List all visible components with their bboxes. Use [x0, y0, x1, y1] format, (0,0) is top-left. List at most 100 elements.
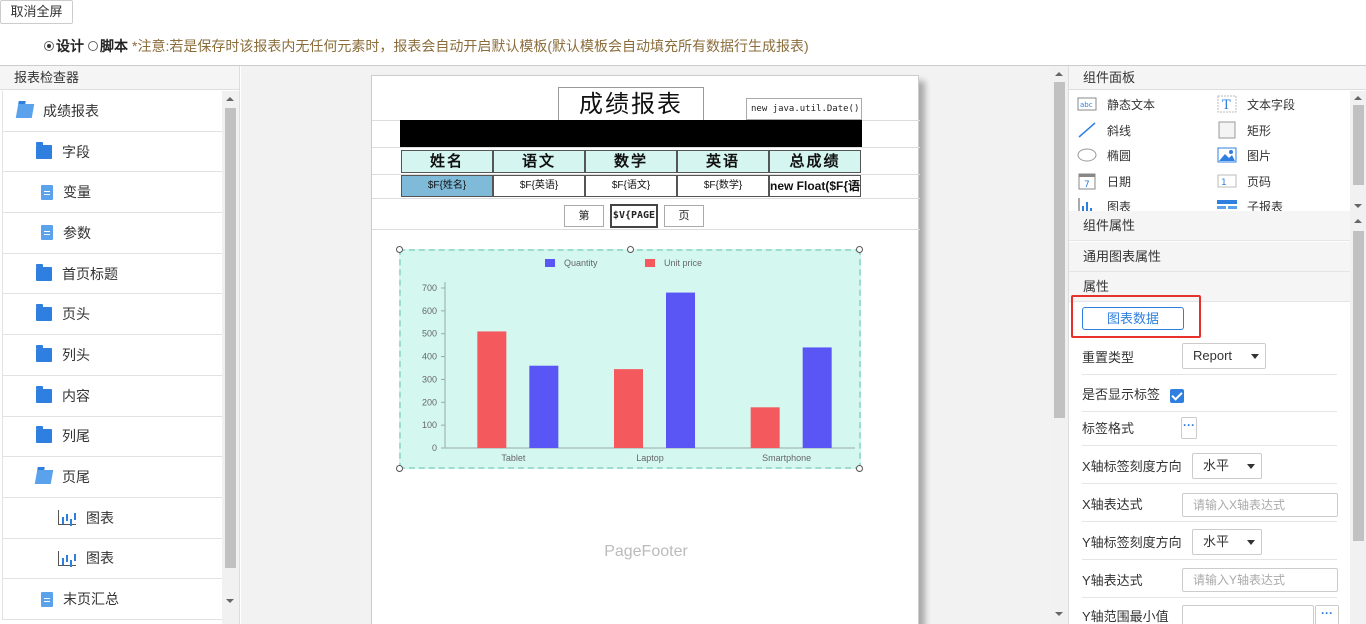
y-tick-dir-select[interactable]: 水平 — [1192, 529, 1262, 555]
component-item[interactable]: 7 日期 — [1077, 169, 1131, 193]
show-labels-checkbox[interactable] — [1170, 389, 1184, 403]
bar — [477, 331, 507, 448]
black-band-element[interactable] — [400, 120, 862, 147]
scroll-up-arrow-icon[interactable] — [1354, 219, 1362, 223]
component-item[interactable]: 斜线 — [1077, 118, 1131, 142]
component-props-section[interactable]: 组件属性 — [1069, 211, 1350, 241]
properties-scroll-thumb[interactable] — [1353, 231, 1364, 541]
y-min-button[interactable]: ··· — [1315, 605, 1339, 624]
date-field-element[interactable]: new java.util.Date() — [746, 98, 862, 120]
resize-handle[interactable] — [396, 246, 403, 253]
chart-data-button[interactable]: 图表数据 — [1082, 307, 1184, 330]
detail-field-cell[interactable]: $F{语文} — [585, 175, 677, 197]
column-header-cell[interactable]: 语文 — [493, 150, 585, 173]
y-expr-input[interactable]: 请输入Y轴表达式 — [1182, 568, 1338, 592]
file-icon — [41, 184, 53, 200]
tree-item-label: 图表 — [86, 509, 114, 526]
y-min-input[interactable] — [1182, 605, 1314, 624]
component-item[interactable]: 矩形 — [1217, 118, 1271, 142]
design-mode-label[interactable]: 设计 — [56, 36, 84, 56]
tree-item[interactable]: 列头 — [2, 335, 222, 376]
general-chart-props-section[interactable]: 通用图表属性 — [1069, 242, 1350, 272]
column-header-cell[interactable]: 总成绩 — [769, 150, 861, 173]
component-grid: abc 静态文本 T 文本字段 斜线 矩形 椭圆 图片 7 日期 1 页码 图表… — [1077, 92, 1347, 212]
component-item[interactable]: T 文本字段 — [1217, 92, 1295, 116]
resize-handle[interactable] — [627, 246, 634, 253]
inspector-scroll-thumb[interactable] — [225, 108, 236, 568]
canvas-scroll-thumb[interactable] — [1054, 82, 1065, 418]
script-mode-radio[interactable] — [88, 41, 98, 51]
scroll-up-arrow-icon[interactable] — [1354, 96, 1362, 100]
tree-item[interactable]: 列尾 — [2, 416, 222, 458]
x-tick-label: Laptop — [636, 453, 664, 463]
column-header-cell[interactable]: 数学 — [585, 150, 677, 173]
component-item[interactable]: 图表 — [1077, 194, 1131, 212]
component-item[interactable]: 子报表 — [1217, 194, 1283, 212]
design-mode-radio[interactable] — [44, 41, 54, 51]
component-label: 静态文本 — [1107, 97, 1156, 112]
scroll-up-arrow-icon[interactable] — [1055, 72, 1063, 76]
x-expr-input[interactable]: 请输入X轴表达式 — [1182, 493, 1338, 517]
x-tick-label: Tablet — [501, 453, 526, 463]
detail-field-cell[interactable]: new Float($F{语 — [769, 175, 861, 197]
detail-field-cell[interactable]: $F{姓名} — [401, 175, 493, 197]
label-format-row: 标签格式 — [1082, 410, 1337, 446]
component-scroll-thumb[interactable] — [1353, 105, 1364, 185]
resize-handle[interactable] — [856, 246, 863, 253]
component-item[interactable]: 1 页码 — [1217, 169, 1271, 193]
tree-item[interactable]: 首页标题 — [2, 253, 222, 295]
bar — [614, 369, 643, 448]
page-suffix-element[interactable]: 页 — [664, 205, 704, 227]
tree-item[interactable]: 成绩报表 — [2, 91, 222, 132]
tree-item[interactable]: 末页汇总 — [2, 579, 222, 620]
scroll-up-arrow-icon[interactable] — [226, 97, 234, 101]
label-format-label: 标签格式 — [1082, 421, 1135, 436]
reset-type-select[interactable]: Report — [1182, 343, 1266, 369]
component-item[interactable]: abc 静态文本 — [1077, 92, 1155, 116]
exit-fullscreen-button[interactable]: 取消全屏 — [0, 0, 73, 24]
page-number-element[interactable]: $V{PAGE — [610, 204, 658, 228]
scroll-down-arrow-icon[interactable] — [1354, 204, 1362, 208]
column-header-cell[interactable]: 姓名 — [401, 150, 493, 173]
chart-element[interactable]: 0 100 200 300 400 500 600 700 Tablet Laptop Smartp… — [399, 249, 861, 469]
tree-item-label: 末页汇总 — [63, 591, 119, 608]
component-panel-title: 组件面板 — [1069, 66, 1366, 90]
y-tick-label: 200 — [422, 397, 437, 407]
component-scrollbar[interactable] — [1350, 91, 1366, 213]
resize-handle[interactable] — [856, 465, 863, 472]
scroll-down-arrow-icon[interactable] — [226, 599, 234, 603]
detail-row: $F{姓名} $F{英语} $F{语文} $F{数学} new Float($F… — [401, 175, 861, 197]
label-format-button[interactable]: ··· — [1181, 417, 1197, 439]
component-item[interactable]: 图片 — [1217, 143, 1271, 167]
tree-item[interactable]: 参数 — [2, 213, 222, 254]
y-tick-dir-label: Y轴标签刻度方向 — [1082, 535, 1182, 550]
tree-item[interactable]: 图表 — [2, 538, 222, 580]
inspector-scrollbar[interactable] — [222, 91, 239, 624]
page-prefix-element[interactable]: 第 — [564, 205, 604, 227]
legend-swatch — [645, 259, 655, 267]
tree-item[interactable]: 变量 — [2, 172, 222, 214]
report-tree: 成绩报表 字段 变量 参数 首页标题 页头 列头 内容 列尾 页尾 图表 图表 … — [2, 91, 222, 624]
detail-field-cell[interactable]: $F{数学} — [677, 175, 769, 197]
line-icon — [1077, 121, 1097, 139]
tree-item[interactable]: 页尾 — [2, 457, 222, 498]
report-title-element[interactable]: 成绩报表 — [558, 87, 704, 121]
canvas-scrollbar[interactable] — [1051, 66, 1068, 624]
detail-field-cell[interactable]: $F{英语} — [493, 175, 585, 197]
resize-handle[interactable] — [396, 465, 403, 472]
date-icon-text: 7 — [1084, 180, 1090, 190]
component-item[interactable]: 椭圆 — [1077, 143, 1131, 167]
tree-item[interactable]: 页头 — [2, 294, 222, 336]
tree-item[interactable]: 内容 — [2, 375, 222, 417]
tree-item[interactable]: 图表 — [2, 497, 222, 539]
script-mode-label[interactable]: 脚本 — [100, 36, 128, 56]
tree-item-label: 图表 — [86, 550, 114, 567]
legend-label: Unit price — [664, 258, 702, 268]
properties-scrollbar[interactable] — [1350, 213, 1366, 624]
tree-item[interactable]: 字段 — [2, 131, 222, 173]
y-expr-label: Y轴表达式 — [1082, 573, 1143, 588]
scroll-down-arrow-icon[interactable] — [1055, 612, 1063, 616]
x-tick-dir-select[interactable]: 水平 — [1192, 453, 1262, 479]
report-designer: 取消全屏 设计 脚本 *注意:若是保存时该报表内无任何元素时，报表会自动开启默认… — [0, 0, 1366, 624]
column-header-cell[interactable]: 英语 — [677, 150, 769, 173]
